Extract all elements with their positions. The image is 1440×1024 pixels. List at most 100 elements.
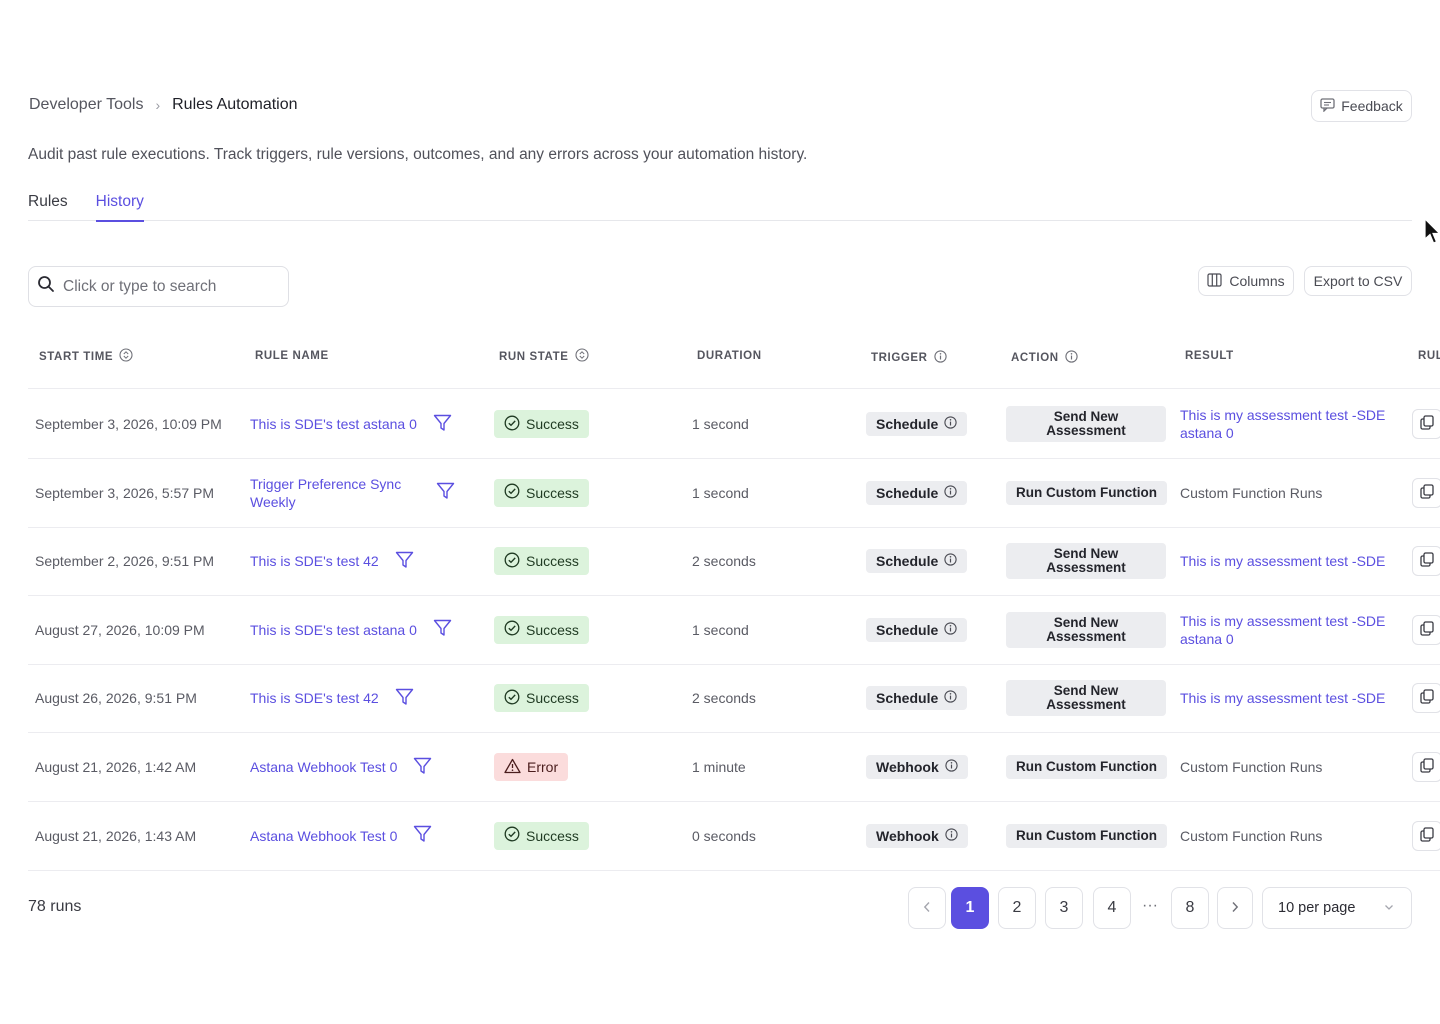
per-page-value: 10 per page bbox=[1278, 900, 1356, 916]
columns-button[interactable]: Columns bbox=[1198, 266, 1294, 296]
trigger-cell: Schedule bbox=[866, 390, 968, 458]
runs-count: 78 runs bbox=[28, 898, 82, 915]
check-circle-icon bbox=[504, 826, 520, 845]
info-icon[interactable] bbox=[1065, 350, 1078, 366]
filter-icon[interactable] bbox=[433, 619, 452, 640]
export-csv-button[interactable]: Export to CSV bbox=[1304, 266, 1412, 296]
tab-rules[interactable]: Rules bbox=[28, 190, 68, 221]
duration-cell: 1 second bbox=[692, 621, 749, 638]
info-icon[interactable] bbox=[945, 759, 958, 775]
status-label: Success bbox=[526, 827, 579, 844]
trigger-chip[interactable]: Schedule bbox=[866, 412, 968, 436]
table-row[interactable]: August 26, 2026, 9:51 PM This is SDE's te… bbox=[28, 664, 1440, 734]
rule-name-link[interactable]: Astana Webhook Test 0 bbox=[250, 758, 397, 776]
search-input[interactable] bbox=[63, 277, 273, 296]
copy-button[interactable] bbox=[1412, 546, 1440, 577]
column-header-result: RESULT bbox=[1185, 350, 1234, 362]
copy-button[interactable] bbox=[1412, 614, 1440, 645]
info-icon[interactable] bbox=[945, 827, 958, 844]
info-icon[interactable] bbox=[944, 690, 957, 706]
trigger-chip[interactable]: Schedule bbox=[866, 480, 968, 505]
per-page-select[interactable]: 10 per page bbox=[1262, 887, 1412, 929]
result-cell: This is my assessment test -SDE bbox=[1180, 664, 1395, 732]
result-cell: Custom Function Runs bbox=[1180, 733, 1395, 801]
table-row[interactable]: August 21, 2026, 1:43 AM Astana Webhook T… bbox=[28, 802, 1440, 871]
feedback-button[interactable]: Feedback bbox=[1311, 90, 1412, 122]
copy-button[interactable] bbox=[1412, 752, 1440, 782]
filter-icon[interactable] bbox=[395, 688, 414, 709]
table-row[interactable]: September 3, 2026, 5:57 PM Trigger Prefer… bbox=[28, 459, 1440, 528]
filter-icon[interactable] bbox=[413, 825, 432, 846]
result-cell: This is my assessment test -SDE bbox=[1180, 527, 1395, 595]
search-icon bbox=[37, 275, 55, 298]
action-cell: Send New Assessment bbox=[1006, 664, 1166, 732]
sort-icon[interactable] bbox=[119, 348, 133, 365]
next-page-button[interactable] bbox=[1217, 887, 1253, 929]
table-row[interactable]: August 27, 2026, 10:09 PM This is SDE's t… bbox=[28, 596, 1440, 665]
start-time-cell: August 27, 2026, 10:09 PM bbox=[35, 621, 205, 638]
status-label: Success bbox=[526, 621, 579, 638]
result-text[interactable]: This is my assessment test -SDE astana 0 bbox=[1180, 406, 1395, 442]
copy-button[interactable] bbox=[1412, 820, 1440, 851]
result-text[interactable]: This is my assessment test -SDE bbox=[1180, 689, 1395, 707]
filter-icon[interactable] bbox=[395, 551, 414, 572]
filter-icon[interactable] bbox=[433, 414, 452, 435]
status-badge: Success bbox=[494, 547, 589, 576]
copy-button[interactable] bbox=[1412, 409, 1440, 439]
rule-name-link[interactable]: Trigger Preference Sync Weekly bbox=[250, 475, 420, 511]
copy-icon bbox=[1420, 826, 1434, 845]
duration-cell: 1 second bbox=[692, 416, 749, 432]
table-row[interactable]: September 2, 2026, 9:51 PM This is SDE's … bbox=[28, 527, 1440, 597]
trigger-chip[interactable]: Schedule bbox=[866, 686, 968, 711]
column-header-start-time[interactable]: START TIME bbox=[39, 348, 133, 365]
filter-icon[interactable] bbox=[436, 482, 455, 503]
breadcrumb-developer-tools[interactable]: Developer Tools bbox=[29, 96, 143, 114]
info-icon[interactable] bbox=[944, 416, 957, 432]
page-button-4[interactable]: 4 bbox=[1093, 887, 1131, 929]
action-chip: Send New Assessment bbox=[1006, 680, 1166, 717]
rule-name-link[interactable]: Astana Webhook Test 0 bbox=[250, 827, 397, 845]
result-text: Custom Function Runs bbox=[1180, 484, 1323, 501]
start-time-cell: August 21, 2026, 1:43 AM bbox=[35, 827, 197, 844]
page-button-2[interactable]: 2 bbox=[998, 887, 1036, 929]
copy-button[interactable] bbox=[1412, 477, 1440, 508]
filter-icon[interactable] bbox=[413, 757, 432, 778]
trigger-chip[interactable]: Schedule bbox=[866, 617, 968, 642]
table-row[interactable]: September 3, 2026, 10:09 PM This is SDE's… bbox=[28, 390, 1440, 459]
rule-name-link[interactable]: This is SDE's test 42 bbox=[250, 552, 379, 570]
info-icon[interactable] bbox=[944, 553, 957, 569]
sort-icon[interactable] bbox=[574, 348, 589, 365]
result-text[interactable]: This is my assessment test -SDE astana 0 bbox=[1180, 612, 1395, 648]
column-header-action: ACTION bbox=[1011, 350, 1078, 366]
breadcrumb: Developer Tools › Rules Automation bbox=[29, 96, 298, 114]
tab-history[interactable]: History bbox=[95, 190, 145, 222]
table-row[interactable]: August 21, 2026, 1:42 AM Astana Webhook T… bbox=[28, 733, 1440, 802]
start-time-cell: September 2, 2026, 9:51 PM bbox=[35, 553, 214, 570]
page-button-8[interactable]: 8 bbox=[1171, 887, 1209, 929]
result-cell: Custom Function Runs bbox=[1180, 802, 1395, 870]
run-state-cell: Success bbox=[494, 390, 589, 458]
search-box[interactable] bbox=[28, 266, 289, 307]
result-text[interactable]: This is my assessment test -SDE bbox=[1180, 552, 1395, 570]
column-header-run-state[interactable]: RUN STATE bbox=[499, 348, 589, 365]
copy-icon bbox=[1420, 415, 1434, 433]
export-csv-label: Export to CSV bbox=[1313, 273, 1403, 289]
action-chip: Send New Assessment bbox=[1006, 611, 1166, 648]
rule-name-link[interactable]: This is SDE's test 42 bbox=[250, 689, 379, 707]
copy-button[interactable] bbox=[1412, 683, 1440, 714]
pagination-ellipsis: ··· bbox=[1142, 897, 1158, 914]
trigger-cell: Webhook bbox=[866, 733, 968, 801]
rule-name-link[interactable]: This is SDE's test astana 0 bbox=[250, 621, 417, 639]
column-header-label: DURATION bbox=[697, 350, 762, 362]
info-icon[interactable] bbox=[944, 484, 957, 501]
page-button-1[interactable]: 1 bbox=[951, 887, 989, 929]
rule-name-link[interactable]: This is SDE's test astana 0 bbox=[250, 415, 417, 433]
info-icon[interactable] bbox=[944, 622, 957, 638]
info-icon[interactable] bbox=[933, 350, 947, 366]
trigger-chip[interactable]: Schedule bbox=[866, 549, 968, 574]
prev-page-button[interactable] bbox=[908, 887, 946, 929]
page-description: Audit past rule executions. Track trigge… bbox=[28, 146, 808, 163]
trigger-chip[interactable]: Webhook bbox=[866, 823, 968, 848]
trigger-chip[interactable]: Webhook bbox=[866, 755, 968, 779]
page-button-3[interactable]: 3 bbox=[1045, 887, 1083, 929]
